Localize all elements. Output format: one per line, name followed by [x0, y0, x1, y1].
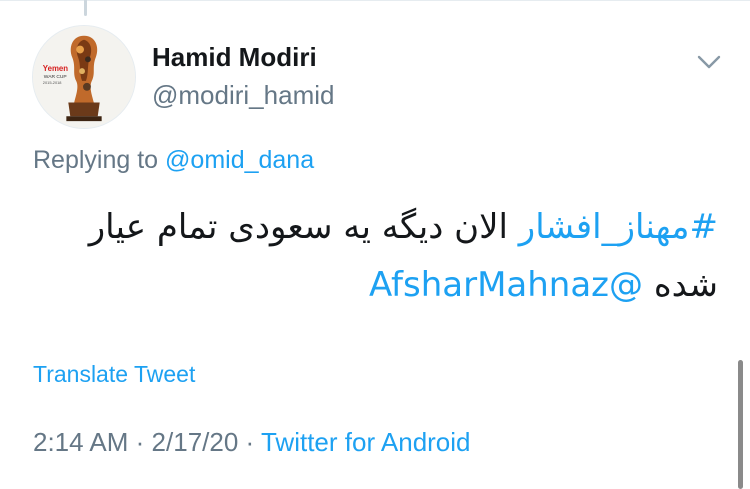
- author-name[interactable]: Hamid Modiri: [152, 42, 317, 73]
- top-divider: [0, 0, 750, 1]
- author-handle[interactable]: @modiri_hamid: [152, 80, 334, 111]
- hashtag-link[interactable]: #مهناز_افشار: [519, 207, 718, 247]
- replying-to-mention[interactable]: @omid_dana: [165, 146, 314, 174]
- tweet-meta: 2:14 AM · 2/17/20 · Twitter for Android: [33, 427, 471, 458]
- svg-text:2015-2018: 2015-2018: [43, 80, 62, 85]
- translate-tweet-link[interactable]: Translate Tweet: [33, 361, 195, 388]
- tweet-text: #مهناز_افشار الان دیگه یه سعودی تمام عیا…: [40, 198, 718, 314]
- svg-text:Yemen: Yemen: [43, 64, 68, 73]
- thread-connector-line: [84, 0, 87, 16]
- war-cup-logo-image: Yemen WAR CUP 2015-2018: [33, 26, 135, 128]
- tweet-time[interactable]: 2:14 AM: [33, 427, 128, 457]
- meta-separator: ·: [135, 427, 145, 457]
- replying-label: Replying to: [33, 146, 159, 174]
- tweet-source-link[interactable]: Twitter for Android: [261, 427, 471, 457]
- meta-separator: ·: [245, 427, 255, 457]
- mention-link[interactable]: @AfsharMahnaz: [369, 265, 643, 305]
- replying-to-line: Replying to @omid_dana: [33, 146, 314, 175]
- tweet-date[interactable]: 2/17/20: [152, 427, 239, 457]
- scrollbar[interactable]: [738, 360, 743, 489]
- chevron-down-icon[interactable]: [696, 52, 722, 72]
- avatar[interactable]: Yemen WAR CUP 2015-2018: [32, 25, 136, 129]
